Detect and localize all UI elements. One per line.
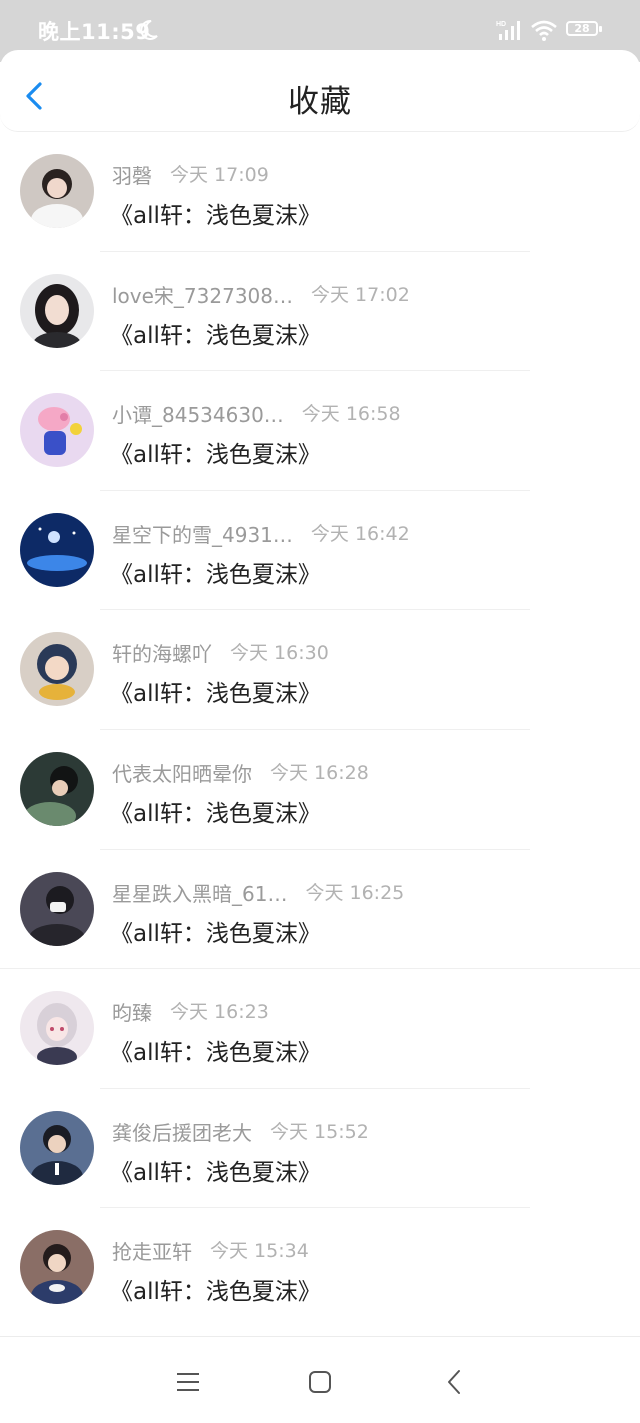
message-text: 《all轩：浅色夏沫》 [110,203,321,229]
timestamp: 今天 15:34 [210,1240,309,1263]
avatar-image [20,871,94,946]
favorites-list: 羽磬 今天 17:09 《all轩：浅色夏沫》 love宋_7327308… 今天 … [0,132,640,1328]
avatar-image [20,1110,94,1185]
avatar[interactable] [20,991,94,1066]
avatar-image [20,393,94,468]
avatar-image [20,751,94,826]
timestamp: 今天 16:58 [301,403,401,426]
network-type: HD [496,21,506,28]
message-text: 《all轩：浅色夏沫》 [110,800,321,827]
timestamp: 今天 17:09 [170,164,269,186]
sender-name: 抢走亚轩 [112,1240,192,1265]
sender-name: 龚俊后援团老大 [112,1120,252,1145]
avatar[interactable] [20,393,94,468]
status-time: 晚上11:59 [38,20,151,44]
home-icon[interactable] [305,1367,335,1397]
avatar[interactable] [20,154,94,228]
sender-name: 轩的海螺吖 [112,642,212,667]
avatar[interactable] [20,751,94,826]
message-text: 《all轩：浅色夏沫》 [110,1159,321,1186]
sender-name: 羽磬 [112,164,152,188]
list-item[interactable]: 小谭_84534630… 今天 16:58 《all轩：浅色夏沫》 [0,371,640,491]
menu-icon[interactable] [173,1367,203,1397]
message-text: 《all轩：浅色夏沫》 [110,1279,321,1306]
avatar[interactable] [20,1110,94,1185]
list-item[interactable]: 羽磬 今天 17:09 《all轩：浅色夏沫》 [0,132,640,252]
nav-back-icon[interactable] [440,1367,470,1397]
message-text: 《all轩：浅色夏沫》 [110,561,321,588]
avatar-image [20,273,94,348]
list-item[interactable]: 昀臻 今天 16:23 《all轩：浅色夏沫》 [0,969,640,1089]
message-text: 《all轩：浅色夏沫》 [110,442,321,469]
timestamp: 今天 16:42 [310,522,410,545]
message-text: 《all轩：浅色夏沫》 [110,920,321,947]
timestamp: 今天 16:28 [270,761,369,784]
avatar[interactable] [20,632,94,707]
page-header: 收藏 [0,50,640,132]
message-text: 《all轩：浅色夏沫》 [110,1040,321,1067]
message-text: 《all轩：浅色夏沫》 [110,681,321,708]
sender-name: 代表太阳晒晕你 [112,761,252,786]
avatar[interactable] [20,273,94,348]
moon-icon [140,19,158,40]
timestamp: 今天 16:25 [305,881,405,904]
message-text: 《all轩：浅色夏沫》 [110,322,321,349]
sender-name: 星空下的雪_4931… [112,522,293,547]
timestamp: 今天 16:30 [230,642,329,665]
list-item[interactable]: 星空下的雪_4931… 今天 16:42 《all轩：浅色夏沫》 [0,491,640,611]
sender-name: 星星跌入黑暗_61… [112,881,288,906]
list-item[interactable]: 抢走亚轩 今天 15:34 《all轩：浅色夏沫》 [0,1208,640,1328]
avatar-image [20,632,94,707]
avatar[interactable] [20,1230,94,1305]
avatar-image [20,1230,94,1305]
avatar[interactable] [20,871,94,946]
timestamp: 今天 17:02 [311,283,410,306]
list-item[interactable]: 代表太阳晒晕你 今天 16:28 《all轩：浅色夏沫》 [0,730,640,850]
timestamp: 今天 15:52 [270,1120,369,1143]
avatar-image [20,991,94,1066]
sender-name: love宋_7327308… [112,283,294,308]
list-item[interactable]: love宋_7327308… 今天 17:02 《all轩：浅色夏沫》 [0,252,640,372]
wifi-icon [531,20,557,41]
system-nav-bar [0,1336,640,1423]
avatar[interactable] [20,512,94,587]
avatar-image [20,154,94,228]
timestamp: 今天 16:23 [170,1001,269,1024]
list-item[interactable]: 星星跌入黑暗_61… 今天 16:25 《all轩：浅色夏沫》 [0,850,640,970]
battery-indicator: 28 [566,21,602,36]
list-item[interactable]: 轩的海螺吖 今天 16:30 《all轩：浅色夏沫》 [0,610,640,730]
avatar-image [20,512,94,587]
signal-icon: HD [496,21,520,40]
list-item[interactable]: 龚俊后援团老大 今天 15:52 《all轩：浅色夏沫》 [0,1089,640,1209]
sender-name: 昀臻 [112,1001,152,1026]
sender-name: 小谭_84534630… [112,403,284,428]
page-title: 收藏 [288,84,352,120]
